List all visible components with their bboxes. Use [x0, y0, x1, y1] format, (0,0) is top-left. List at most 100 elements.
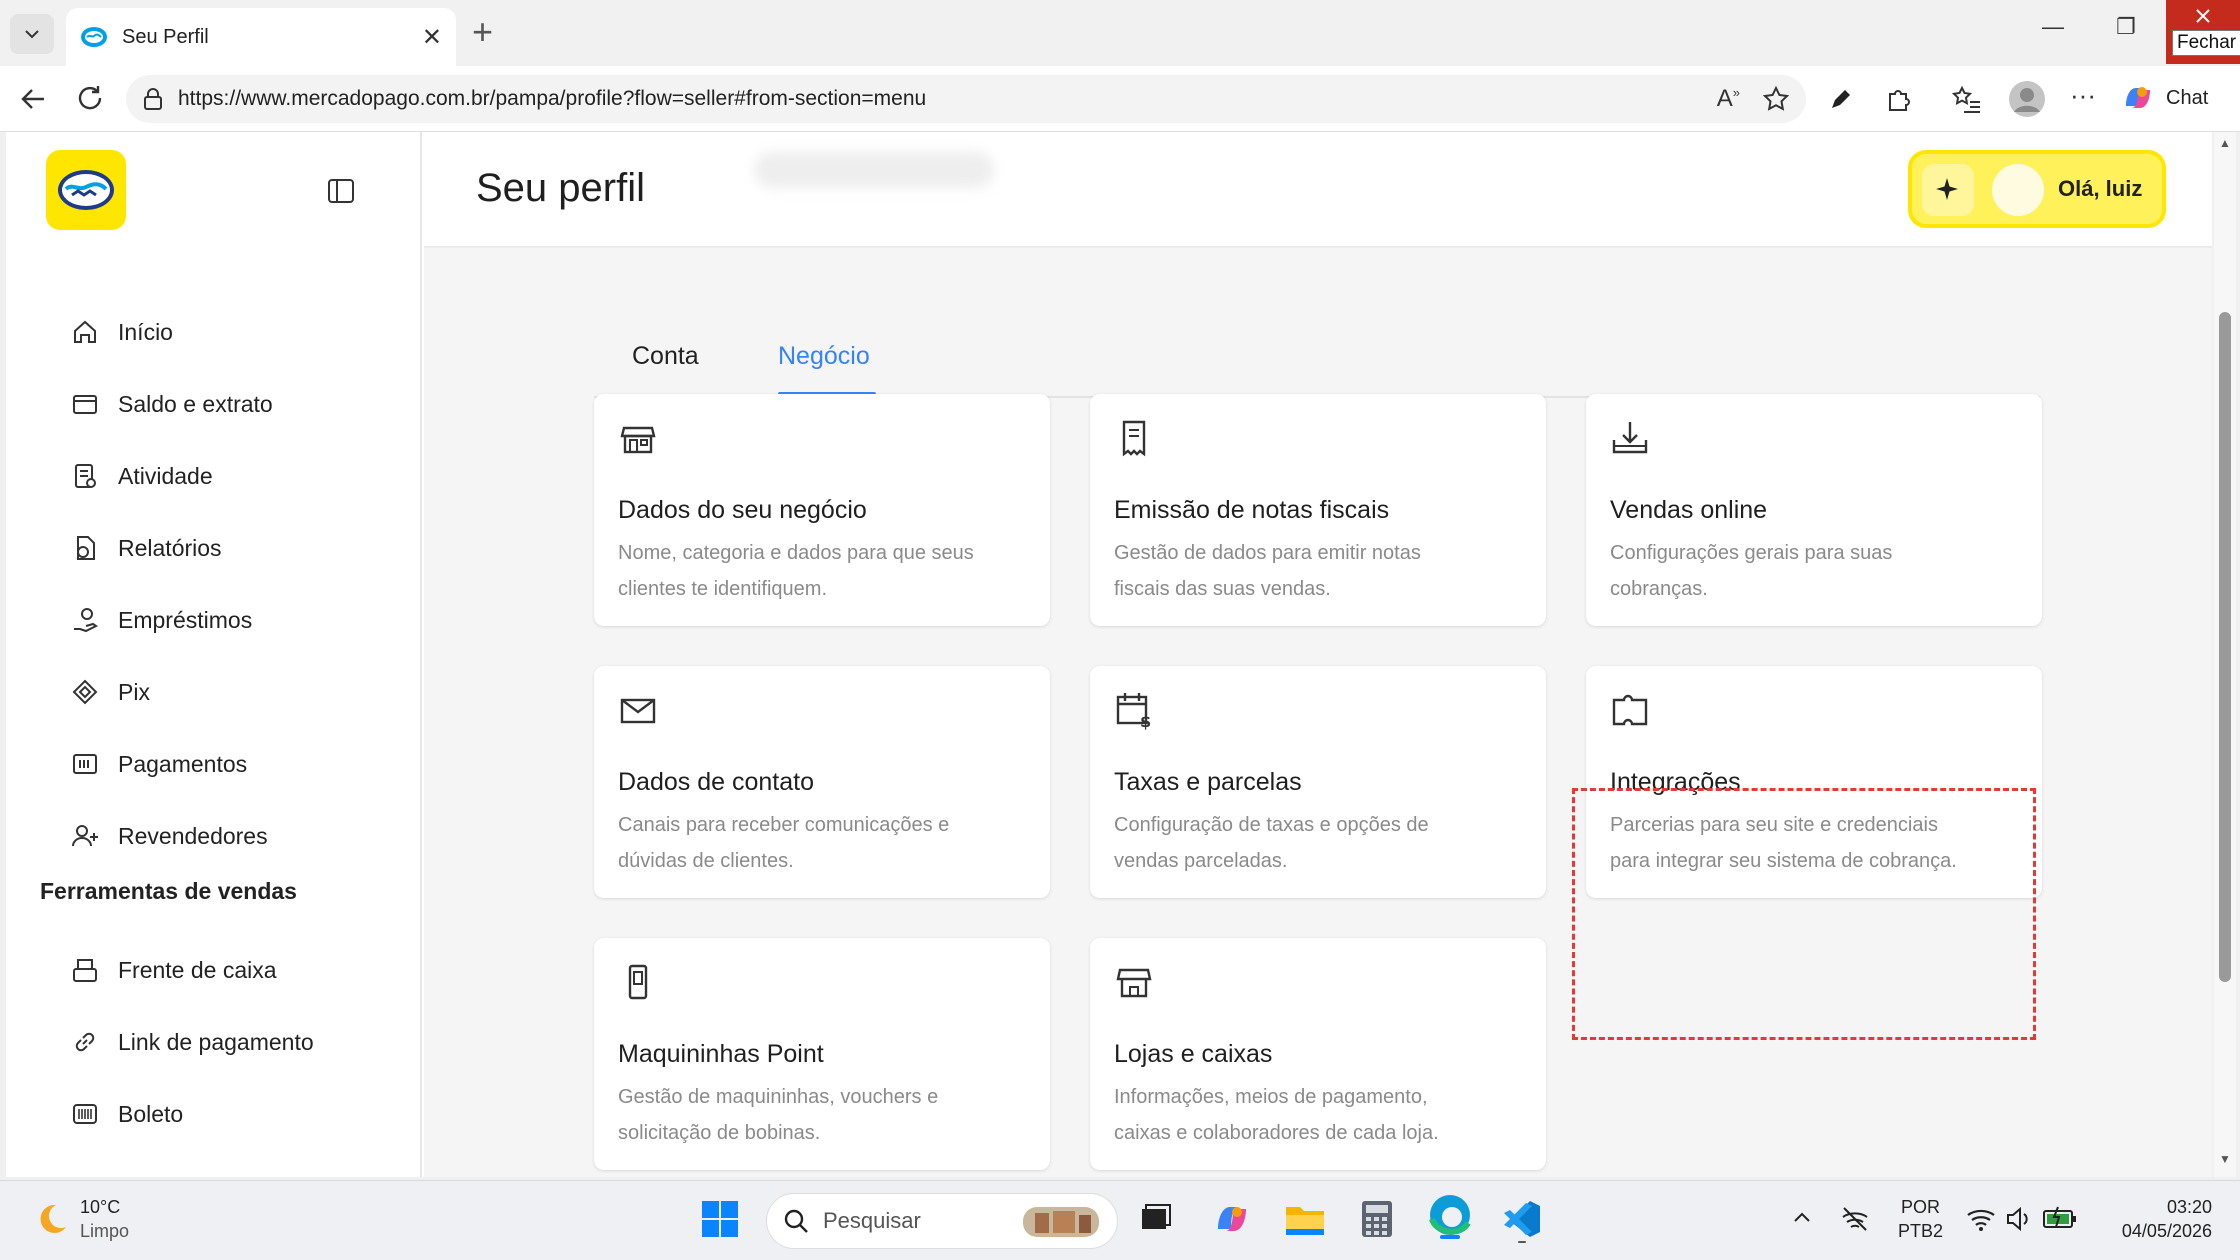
browser-tab[interactable]: Seu Perfil ✕ [66, 8, 456, 66]
address-toolbar: https://www.mercadopago.com.br/pampa/pro… [0, 66, 2240, 132]
card-lojas-e-caixas[interactable]: Lojas e caixas Informações, meios de pag… [1090, 938, 1546, 1170]
windows-start-icon[interactable] [700, 1199, 740, 1239]
sidebar-item-link-de-pagamento[interactable]: Link de pagamento [70, 1022, 314, 1062]
card-dados-de-contato[interactable]: Dados de contato Canais para receber com… [594, 666, 1050, 898]
envelope-icon [620, 698, 656, 724]
sidebar-item-frente-de-caixa[interactable]: Frente de caixa [70, 950, 277, 990]
card-title: Lojas e caixas [1114, 1040, 1273, 1068]
ai-assistant-button[interactable] [1922, 164, 1974, 216]
register-icon [73, 959, 97, 982]
tab-negocio[interactable]: Negócio [778, 342, 870, 371]
sidebar: Início Saldo e extrato Atividade Relatór… [6, 132, 422, 1177]
favorite-star-icon[interactable] [1762, 85, 1790, 113]
svg-text:$: $ [1140, 712, 1151, 730]
profile-avatar-icon[interactable] [2008, 80, 2046, 118]
card-notas-fiscais[interactable]: Emissão de notas fiscais Gestão de dados… [1090, 394, 1546, 626]
avatar[interactable] [1992, 164, 2044, 216]
copilot-chat-button[interactable]: Chat [2120, 80, 2208, 116]
pen-extension-icon[interactable] [1826, 84, 1856, 114]
chat-label: Chat [2166, 86, 2209, 109]
card-title: Maquininhas Point [618, 1040, 824, 1068]
card-description: Gestão de maquininhas, vouchers e solicit… [618, 1086, 939, 1144]
extensions-puzzle-icon[interactable] [1884, 84, 1914, 114]
blurred-text [754, 152, 994, 188]
highlight-box [1572, 788, 2036, 1040]
shop-icon [1116, 968, 1152, 998]
read-aloud-icon[interactable]: A» [1717, 85, 1740, 113]
edge-browser-icon[interactable] [1428, 1193, 1472, 1239]
resellers-icon [72, 825, 98, 847]
card-taxas-e-parcelas[interactable]: $ Taxas e parcelas Configuração de taxas… [1090, 666, 1546, 898]
sidebar-item-pix[interactable]: Pix [70, 672, 150, 712]
card-title: Dados do seu negócio [618, 496, 867, 524]
copilot-app-icon[interactable] [1212, 1199, 1252, 1239]
more-options-icon[interactable]: ··· [2070, 80, 2096, 111]
wifi-icon[interactable] [1966, 1205, 1996, 1233]
taskbar-search[interactable]: Pesquisar [766, 1193, 1118, 1249]
card-dados-do-negocio[interactable]: Dados do seu negócio Nome, categoria e d… [594, 394, 1050, 626]
restore-icon[interactable]: ❐ [2116, 14, 2136, 40]
loans-icon [74, 608, 98, 633]
puzzle-icon [1612, 694, 1648, 726]
card-description: Nome, categoria e dados para que seus cli… [618, 542, 974, 600]
vscode-icon[interactable] [1502, 1199, 1542, 1243]
user-greeting-button[interactable]: Olá, luiz [1908, 150, 2166, 228]
sidebar-item-pagamentos[interactable]: Pagamentos [70, 744, 247, 784]
profile-tabs: Conta Negócio [594, 332, 2040, 398]
tab-conta[interactable]: Conta [632, 342, 699, 371]
sidebar-item-label: Pix [118, 678, 150, 705]
scrollbar-thumb[interactable] [2219, 312, 2231, 982]
weather-condition: Limpo [80, 1221, 130, 1241]
browser-tab-bar: Seu Perfil ✕ + — ❐ Fechar [0, 0, 2240, 66]
scroll-up-icon[interactable]: ▲ [2219, 136, 2231, 150]
moon-icon [40, 1204, 66, 1233]
new-tab-button[interactable]: + [472, 14, 493, 50]
battery-charging-icon[interactable] [2042, 1203, 2078, 1231]
file-explorer-icon[interactable] [1284, 1199, 1326, 1239]
close-tab-icon[interactable]: ✕ [422, 23, 442, 52]
system-clock[interactable]: 03:20 04/05/2026 [2104, 1195, 2212, 1243]
task-view-icon[interactable] [1138, 1199, 1174, 1235]
sidebar-item-revendedores[interactable]: Revendedores [70, 816, 268, 856]
sidebar-item-label: Link de pagamento [118, 1028, 314, 1055]
wallet-icon [73, 395, 97, 414]
card-title: Vendas online [1610, 496, 1768, 524]
page-title: Seu perfil [476, 166, 645, 210]
minimize-icon[interactable]: — [2042, 14, 2064, 40]
close-tooltip: Fechar [2172, 30, 2240, 56]
refresh-icon[interactable] [74, 82, 106, 114]
page-scrollbar[interactable]: ▲ ▼ [2214, 132, 2236, 1177]
search-icon [784, 1209, 808, 1233]
sidebar-item-emprestimos[interactable]: Empréstimos [70, 600, 252, 640]
card-vendas-online[interactable]: Vendas online Configurações gerais para … [1586, 394, 2042, 626]
sidebar-item-boleto[interactable]: Boleto [70, 1094, 183, 1134]
scroll-down-icon[interactable]: ▼ [2219, 1152, 2231, 1166]
calculator-icon[interactable] [1360, 1199, 1394, 1239]
volume-icon[interactable] [2004, 1205, 2032, 1233]
url-text[interactable]: https://www.mercadopago.com.br/pampa/pro… [178, 87, 1695, 111]
tab-list-button[interactable] [10, 14, 54, 54]
card-description: Informações, meios de pagamento, caixas e… [1114, 1086, 1439, 1144]
home-icon [74, 320, 96, 343]
reports-icon [77, 536, 95, 560]
sidebar-toggle-icon[interactable] [326, 176, 356, 206]
sparkle-icon [1936, 178, 1958, 200]
sidebar-item-label: Início [118, 318, 173, 345]
network-off-icon[interactable] [1840, 1205, 1870, 1233]
sidebar-item-inicio[interactable]: Início [70, 312, 173, 352]
weather-widget[interactable]: 10°C Limpo [30, 1195, 129, 1243]
lock-icon[interactable] [142, 87, 164, 111]
chevron-up-icon[interactable] [1792, 1209, 1812, 1225]
language-indicator[interactable]: POR PTB2 [1898, 1195, 1943, 1243]
pos-icon [628, 964, 648, 1000]
back-arrow-icon[interactable] [16, 82, 50, 116]
sidebar-item-atividade[interactable]: Atividade [70, 456, 213, 496]
favorites-list-icon[interactable] [1950, 84, 1982, 114]
mercadopago-logo[interactable] [46, 150, 126, 230]
address-bar[interactable]: https://www.mercadopago.com.br/pampa/pro… [126, 75, 1806, 123]
sidebar-item-relatorios[interactable]: Relatórios [70, 528, 222, 568]
card-maquininhas-point[interactable]: Maquininhas Point Gestão de maquininhas,… [594, 938, 1050, 1170]
sidebar-item-label: Boleto [118, 1100, 184, 1127]
sidebar-item-saldo[interactable]: Saldo e extrato [70, 384, 273, 424]
card-description: Configuração de taxas e opções de vendas … [1114, 814, 1429, 872]
